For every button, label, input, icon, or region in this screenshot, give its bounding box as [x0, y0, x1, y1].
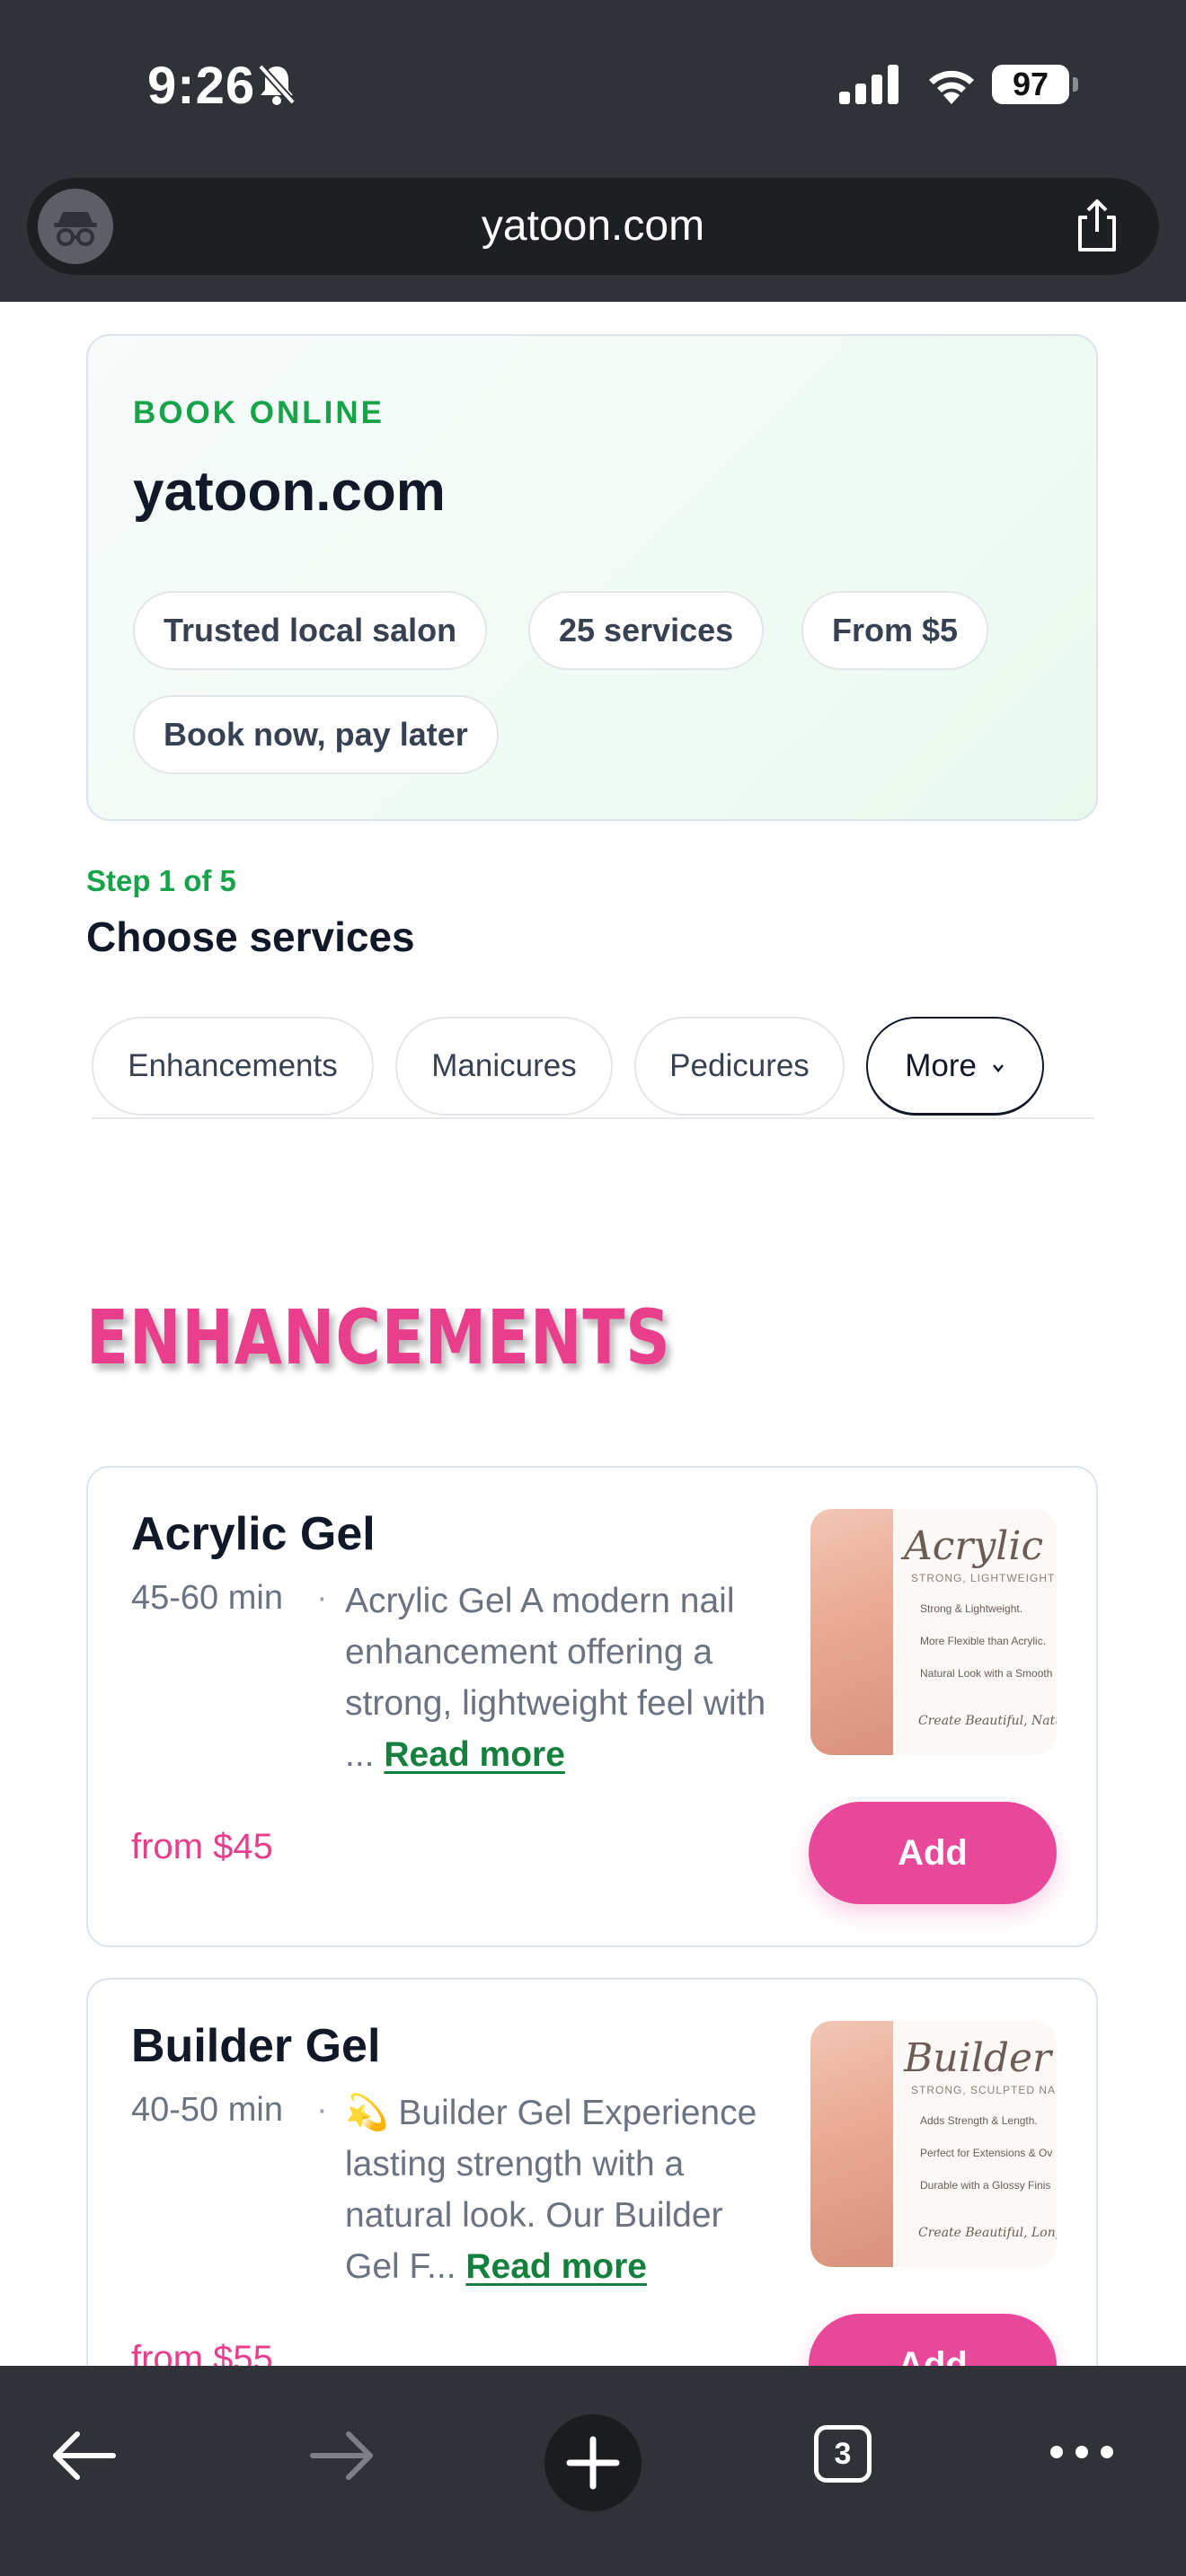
tab-count-button[interactable]: 3: [814, 2425, 872, 2483]
add-button[interactable]: Add: [809, 1802, 1057, 1904]
battery-cap: [1073, 77, 1078, 92]
back-arrow-icon[interactable]: [49, 2423, 120, 2488]
step-indicator: Step 1 of 5: [86, 864, 236, 897]
service-duration: 40-50 min: [131, 2091, 283, 2129]
tab-more[interactable]: More: [866, 1017, 1044, 1116]
browser-bottom-toolbar: 3: [0, 2366, 1186, 2576]
service-count-chip: 25 services: [528, 591, 765, 670]
image-title: Acrylic Ge: [904, 1523, 1057, 1569]
url-text[interactable]: yatoon.com: [27, 178, 1159, 275]
section-heading: ENHANCEMENTS: [86, 1293, 671, 1381]
forward-arrow-icon[interactable]: [305, 2423, 377, 2488]
more-dots-icon[interactable]: [1048, 2441, 1116, 2463]
image-title: Builder Ge: [904, 2035, 1057, 2081]
read-more-link[interactable]: Read more: [384, 1735, 565, 1774]
cellular-signal-icon: [839, 65, 898, 104]
service-name: Builder Gel: [131, 2020, 381, 2072]
separator-dot: ·: [316, 1579, 328, 1617]
wifi-icon: [929, 70, 974, 104]
image-feature: Adds Strength & Length.: [920, 2114, 1038, 2127]
chevron-down-icon: [992, 1063, 1004, 1072]
image-feature: Perfect for Extensions & Ov: [920, 2147, 1053, 2159]
browser-top-chrome: 9:26 97 yatoon.com: [0, 0, 1186, 302]
new-tab-button[interactable]: [544, 2414, 642, 2511]
step-header: Step 1 of 5 Choose services: [54, 830, 1132, 984]
service-name: Acrylic Gel: [131, 1508, 376, 1560]
service-price: from $45: [131, 1827, 273, 1866]
read-more-link[interactable]: Read more: [465, 2247, 647, 2286]
tab-enhancements[interactable]: Enhancements: [92, 1017, 374, 1116]
service-description: 💫 Builder Gel Experience lasting strengt…: [345, 2087, 776, 2292]
silent-bell-icon: [258, 64, 296, 105]
tab-more-label: More: [905, 1048, 977, 1083]
tab-manicures[interactable]: Manicures: [395, 1017, 613, 1116]
service-duration: 45-60 min: [131, 1579, 283, 1617]
book-online-eyebrow: BOOK ONLINE: [133, 395, 385, 430]
hand-photo: [810, 2021, 893, 2267]
tab-pedicures[interactable]: Pedicures: [634, 1017, 845, 1116]
image-feature: Natural Look with a Smooth: [920, 1667, 1053, 1680]
trust-chip: Trusted local salon: [133, 591, 488, 670]
hero-card: BOOK ONLINE yatoon.com Trusted local sal…: [86, 334, 1098, 821]
image-footer: Create Beautiful, Natural: [918, 1714, 1057, 1728]
separator-dot: ·: [316, 2091, 328, 2129]
image-subtitle: STRONG, LIGHTWEIGHT ENHANCEM: [911, 1572, 1057, 1584]
tabs-divider: [92, 1117, 1094, 1119]
step-title: Choose services: [86, 913, 415, 960]
image-footer: Create Beautiful, Long-Lasting: [918, 2226, 1057, 2240]
address-bar[interactable]: yatoon.com: [27, 178, 1159, 275]
image-feature: Strong & Lightweight.: [920, 1602, 1023, 1615]
plus-icon: [566, 2436, 620, 2490]
pay-later-chip: Book now, pay later: [133, 695, 499, 774]
business-title: yatoon.com: [133, 461, 446, 523]
image-feature: Durable with a Glossy Finis: [920, 2179, 1051, 2192]
image-feature: More Flexible than Acrylic.: [920, 1635, 1047, 1647]
battery-level: 97: [992, 65, 1069, 104]
starting-price-chip: From $5: [801, 591, 989, 670]
image-subtitle: STRONG, SCULPTED NAILS: [911, 2084, 1057, 2096]
service-description: Acrylic Gel A modern nail enhancement of…: [345, 1575, 776, 1780]
service-card: Acrylic Gel 45-60 min · Acrylic Gel A mo…: [86, 1466, 1098, 1947]
service-image: Builder Ge STRONG, SCULPTED NAILS Adds S…: [810, 2021, 1057, 2267]
hand-photo: [810, 1509, 893, 1755]
status-time: 9:26: [147, 57, 256, 115]
service-image: Acrylic Ge STRONG, LIGHTWEIGHT ENHANCEM …: [810, 1509, 1057, 1755]
share-icon[interactable]: [1067, 196, 1127, 255]
